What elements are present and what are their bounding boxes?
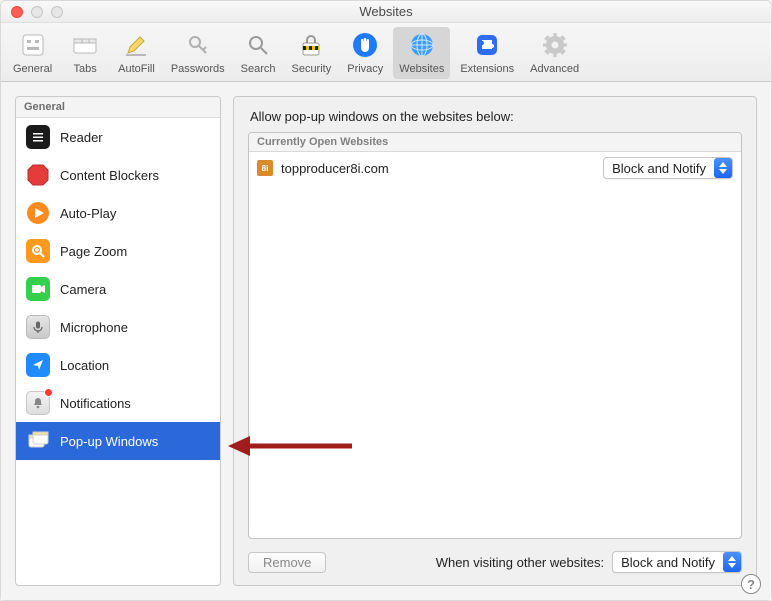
select-value: Block and Notify [612,161,706,176]
window-title: Websites [1,4,771,19]
sidebar-item-label: Camera [60,282,106,297]
toolbar-label: Websites [399,63,444,75]
puzzle-icon [471,29,503,61]
main-panel: Allow pop-up windows on the websites bel… [233,96,757,586]
list-section-header: Currently Open Websites [249,133,741,152]
toolbar: General Tabs AutoFill Passwords [1,23,771,82]
toolbar-websites[interactable]: Websites [393,27,450,79]
reader-icon [26,125,50,149]
sidebar-item-page-zoom[interactable]: Page Zoom [16,232,220,270]
help-button[interactable]: ? [741,574,761,594]
website-domain-label: topproducer8i.com [281,161,389,176]
sidebar-item-label: Location [60,358,109,373]
sidebar-item-label: Pop-up Windows [60,434,158,449]
website-list: Currently Open Websites 8i topproducer8i… [248,132,742,539]
sidebar-item-popup-windows[interactable]: Pop-up Windows [16,422,220,460]
toolbar-label: Passwords [171,63,225,75]
toolbar-autofill[interactable]: AutoFill [112,27,161,79]
sidebar-item-label: Auto-Play [60,206,116,221]
toolbar-advanced[interactable]: Advanced [524,27,585,79]
toolbar-security[interactable]: Security [285,27,337,79]
sidebar-header: General [16,97,220,118]
tabs-icon [69,29,101,61]
website-policy-select[interactable]: Block and Notify [603,157,733,179]
gear-icon [539,29,571,61]
pencil-icon [120,29,152,61]
content-area: General Reader Content Blockers Auto-Pla… [1,82,771,600]
remove-button[interactable]: Remove [248,552,326,573]
preferences-window: Websites General Tabs AutoFill [0,0,772,601]
toolbar-label: AutoFill [118,63,155,75]
sidebar-item-label: Reader [60,130,103,145]
toolbar-label: Privacy [347,63,383,75]
toolbar-passwords[interactable]: Passwords [165,27,231,79]
location-arrow-icon [26,353,50,377]
sidebar-item-microphone[interactable]: Microphone [16,308,220,346]
favicon-icon: 8i [257,160,273,176]
notification-badge-icon [44,388,53,397]
toolbar-search[interactable]: Search [235,27,282,79]
camera-icon [26,277,50,301]
microphone-icon [26,315,50,339]
toolbar-label: Advanced [530,63,579,75]
toolbar-extensions[interactable]: Extensions [454,27,520,79]
sidebar-item-content-blockers[interactable]: Content Blockers [16,156,220,194]
globe-icon [406,29,438,61]
titlebar: Websites [1,1,771,23]
select-value: Block and Notify [621,555,715,570]
toolbar-tabs[interactable]: Tabs [62,27,108,79]
sidebar-item-label: Notifications [60,396,131,411]
stop-sign-icon [26,163,50,187]
footer-row: Remove When visiting other websites: Blo… [248,539,742,573]
sidebar-item-label: Page Zoom [60,244,127,259]
toolbar-label: Search [241,63,276,75]
sidebar-item-label: Content Blockers [60,168,159,183]
lock-stripe-icon [295,29,327,61]
sidebar-item-reader[interactable]: Reader [16,118,220,156]
sidebar-item-notifications[interactable]: Notifications [16,384,220,422]
key-icon [182,29,214,61]
hand-privacy-icon [349,29,381,61]
toolbar-label: Security [291,63,331,75]
play-icon [26,201,50,225]
chevrons-up-down-icon [723,552,741,572]
website-row[interactable]: 8i topproducer8i.com Block and Notify [249,152,741,184]
sidebar-item-label: Microphone [60,320,128,335]
toolbar-label: General [13,63,52,75]
sidebar-item-camera[interactable]: Camera [16,270,220,308]
chevrons-up-down-icon [714,158,732,178]
zoom-icon [26,239,50,263]
instruction-label: Allow pop-up windows on the websites bel… [248,109,742,124]
default-policy-select[interactable]: Block and Notify [612,551,742,573]
sidebar: General Reader Content Blockers Auto-Pla… [15,96,221,586]
toolbar-label: Extensions [460,63,514,75]
toolbar-general[interactable]: General [7,27,58,79]
switches-icon [17,29,49,61]
toolbar-privacy[interactable]: Privacy [341,27,389,79]
footer-label: When visiting other websites: [436,555,604,570]
toolbar-label: Tabs [74,63,97,75]
window-stack-icon [26,429,50,453]
sidebar-item-location[interactable]: Location [16,346,220,384]
bell-icon [26,391,50,415]
magnifier-icon [242,29,274,61]
sidebar-item-auto-play[interactable]: Auto-Play [16,194,220,232]
